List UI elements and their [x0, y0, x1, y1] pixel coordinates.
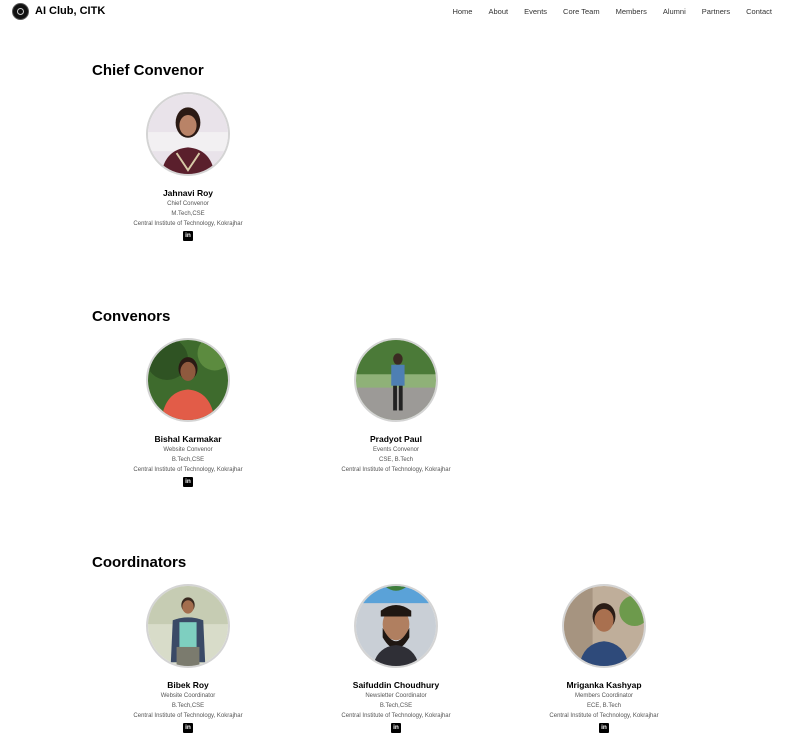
member-card: Jahnavi Roy Chief Convenor M.Tech,CSE Ce…: [98, 92, 278, 241]
section-title-chief-convenor: Chief Convenor: [92, 62, 204, 79]
nav-core-team[interactable]: Core Team: [563, 6, 600, 18]
member-degree: M.Tech,CSE: [171, 211, 205, 217]
member-role: Members Coordinator: [574, 693, 634, 699]
member-name: Bishal Karmakar: [154, 434, 222, 444]
linkedin-icon[interactable]: in: [183, 723, 193, 733]
member-name: Pradyot Paul: [370, 434, 422, 444]
member-card: Saifuddin Choudhury Newsletter Coordinat…: [306, 584, 486, 733]
nav-about[interactable]: About: [488, 6, 508, 18]
avatar: [562, 584, 646, 668]
brand[interactable]: AI Club, CITK: [12, 3, 105, 20]
member-institute: Central Institute of Technology, Kokrajh…: [133, 467, 243, 473]
nav-events[interactable]: Events: [524, 6, 547, 18]
nav-links: Home About Events Core Team Members Alum…: [436, 6, 772, 18]
linkedin-icon[interactable]: in: [183, 231, 193, 241]
brand-name: AI Club, CITK: [35, 5, 106, 17]
linkedin-icon[interactable]: in: [183, 477, 193, 487]
member-role: Website Convenor: [163, 447, 213, 453]
avatar: [354, 338, 438, 422]
member-institute: Central Institute of Technology, Kokrajh…: [341, 467, 451, 473]
nav-members[interactable]: Members: [616, 6, 647, 18]
member-institute: Central Institute of Technology, Kokrajh…: [133, 713, 243, 719]
navbar: AI Club, CITK Home About Events Core Tea…: [0, 0, 792, 24]
member-institute: Central Institute of Technology, Kokrajh…: [341, 713, 451, 719]
nav-contact[interactable]: Contact: [746, 6, 772, 18]
member-institute: Central Institute of Technology, Kokrajh…: [549, 713, 659, 719]
member-name: Saifuddin Choudhury: [352, 680, 440, 690]
member-role: Newsletter Coordinator: [365, 693, 427, 699]
member-institute: Central Institute of Technology, Kokrajh…: [133, 221, 243, 227]
section-title-convenors: Convenors: [92, 308, 171, 325]
avatar: [146, 92, 230, 176]
nav-home[interactable]: Home: [452, 6, 472, 18]
nav-partners[interactable]: Partners: [702, 6, 730, 18]
member-degree: B.Tech,CSE: [379, 703, 413, 709]
member-card: Bishal Karmakar Website Convenor B.Tech,…: [98, 338, 278, 487]
nav-alumni[interactable]: Alumni: [663, 6, 686, 18]
section-title-coordinators: Coordinators: [92, 554, 187, 571]
club-logo-icon: [12, 3, 29, 20]
linkedin-icon[interactable]: in: [599, 723, 609, 733]
avatar: [354, 584, 438, 668]
member-degree: ECE, B.Tech: [586, 703, 621, 709]
member-card: Mriganka Kashyap Members Coordinator ECE…: [514, 584, 694, 733]
member-card: Pradyot Paul Events Convenor CSE, B.Tech…: [306, 338, 486, 475]
member-degree: B.Tech,CSE: [171, 703, 205, 709]
member-name: Jahnavi Roy: [162, 188, 214, 198]
member-name: Mriganka Kashyap: [566, 680, 642, 690]
member-card: Bibek Roy Website Coordinator B.Tech,CSE…: [98, 584, 278, 733]
member-name: Bibek Roy: [167, 680, 209, 690]
member-role: Events Convenor: [372, 447, 420, 453]
member-degree: B.Tech,CSE: [171, 457, 205, 463]
member-role: Website Coordinator: [160, 693, 216, 699]
member-degree: CSE, B.Tech: [378, 457, 413, 463]
avatar: [146, 338, 230, 422]
linkedin-icon[interactable]: in: [391, 723, 401, 733]
member-role: Chief Convenor: [167, 201, 209, 207]
avatar: [146, 584, 230, 668]
